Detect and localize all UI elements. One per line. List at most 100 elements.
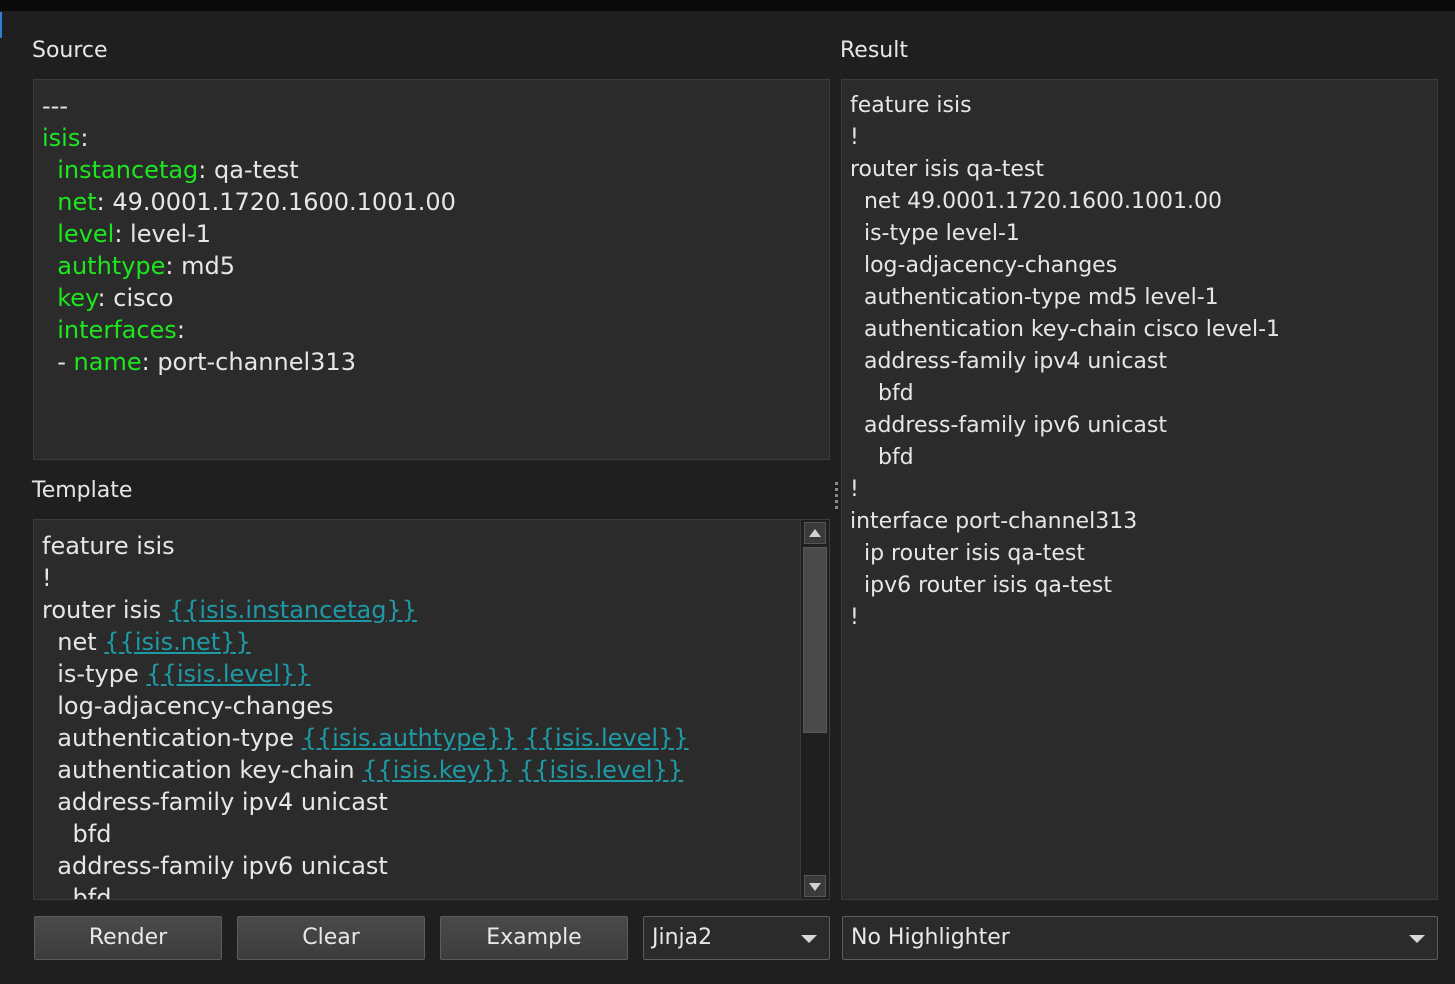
result-line: net 49.0001.1720.1600.1001.00 — [850, 189, 1222, 214]
source-line: instancetag: qa-test — [42, 154, 456, 186]
template-line: address-family ipv6 unicast — [42, 850, 689, 882]
result-line: feature isis — [850, 93, 972, 118]
triangle-up-icon — [809, 529, 821, 537]
render-button[interactable]: Render — [34, 916, 222, 960]
code-text: feature isis — [42, 532, 175, 560]
code-text: : — [176, 316, 185, 344]
result-line: log-adjacency-changes — [850, 253, 1118, 278]
template-line: feature isis — [42, 530, 689, 562]
yaml-key: name — [73, 348, 142, 376]
result-line: address-family ipv4 unicast — [850, 349, 1168, 374]
source-line: interfaces: — [42, 314, 456, 346]
result-line: address-family ipv6 unicast — [850, 413, 1168, 438]
result-label: Result — [840, 38, 908, 63]
code-text: bfd — [42, 820, 112, 848]
result-line: bfd — [850, 381, 914, 406]
source-line: key: cisco — [42, 282, 456, 314]
template-line: bfd — [42, 882, 689, 900]
result-line: ! — [850, 477, 859, 502]
code-text: bfd — [42, 884, 112, 900]
template-label: Template — [32, 478, 133, 503]
code-text: ! — [42, 564, 52, 592]
result-view[interactable]: feature isis! router isis qa-test net 49.… — [841, 79, 1438, 900]
code-text: log-adjacency-changes — [42, 692, 334, 720]
code-text: router isis — [42, 596, 169, 624]
result-line: ! — [850, 125, 859, 150]
clear-button[interactable]: Clear — [237, 916, 425, 960]
template-line: router isis {{isis.instancetag}} — [42, 594, 689, 626]
source-line: net: 49.0001.1720.1600.1001.00 — [42, 186, 456, 218]
template-line: is-type {{isis.level}} — [42, 658, 689, 690]
template-variable: {{isis.net}} — [104, 628, 251, 656]
template-variable: {{isis.authtype}} — [301, 724, 517, 752]
code-text: net — [42, 628, 105, 656]
result-line: is-type level-1 — [850, 221, 1020, 246]
template-line: bfd — [42, 818, 689, 850]
chevron-down-icon — [801, 935, 817, 943]
highlighter-value: No Highlighter — [851, 925, 1010, 950]
source-editor[interactable]: --- isis: instancetag: qa-test net: 49.00… — [33, 79, 830, 460]
template-line: address-family ipv4 unicast — [42, 786, 689, 818]
yaml-key: isis — [42, 124, 81, 152]
source-line: --- — [42, 90, 456, 122]
code-text: : cisco — [97, 284, 174, 312]
template-scrollbar[interactable] — [800, 520, 829, 899]
template-variable: {{isis.level}} — [146, 660, 311, 688]
template-variable: {{isis.level}} — [524, 724, 689, 752]
result-line: ! — [850, 605, 859, 630]
example-button[interactable]: Example — [440, 916, 628, 960]
source-line: isis: — [42, 122, 456, 154]
code-text: : level-1 — [114, 220, 212, 248]
code-text: --- — [42, 92, 68, 120]
template-line: authentication-type {{isis.authtype}} {{… — [42, 722, 689, 754]
source-line: authtype: md5 — [42, 250, 456, 282]
template-engine-value: Jinja2 — [652, 925, 713, 950]
code-text: address-family ipv6 unicast — [42, 852, 388, 880]
scrollbar-thumb[interactable] — [803, 547, 827, 733]
code-text: - — [42, 348, 74, 376]
template-editor[interactable]: feature isis! router isis {{isis.instance… — [33, 519, 830, 900]
scroll-up-button[interactable] — [804, 522, 826, 544]
source-line: level: level-1 — [42, 218, 456, 250]
code-text: address-family ipv4 unicast — [42, 788, 388, 816]
code-text: authentication key-chain — [42, 756, 363, 784]
template-line: ! — [42, 562, 689, 594]
yaml-key: net — [57, 188, 97, 216]
code-text: : 49.0001.1720.1600.1001.00 — [96, 188, 456, 216]
code-text: is-type — [42, 660, 147, 688]
code-text: authentication-type — [42, 724, 302, 752]
yaml-key: instancetag — [57, 156, 199, 184]
result-line: router isis qa-test — [850, 157, 1044, 182]
source-code: --- isis: instancetag: qa-test net: 49.00… — [42, 90, 456, 378]
template-engine-select[interactable]: Jinja2 — [643, 916, 830, 960]
window-top-bar — [0, 0, 1455, 11]
window-edge-accent — [0, 12, 8, 38]
code-text: : md5 — [165, 252, 236, 280]
template-line: log-adjacency-changes — [42, 690, 689, 722]
result-code: feature isis! router isis qa-test net 49.… — [850, 90, 1280, 634]
code-text: : qa-test — [198, 156, 299, 184]
yaml-key: interfaces — [57, 316, 177, 344]
scroll-down-button[interactable] — [804, 875, 826, 897]
source-label: Source — [32, 38, 108, 63]
template-line: net {{isis.net}} — [42, 626, 689, 658]
result-line: authentication-type md5 level-1 — [850, 285, 1219, 310]
template-code: feature isis! router isis {{isis.instance… — [42, 530, 689, 900]
chevron-down-icon — [1409, 935, 1425, 943]
pane-splitter-handle[interactable] — [834, 482, 839, 518]
template-variable: {{isis.level}} — [518, 756, 684, 784]
highlighter-select[interactable]: No Highlighter — [842, 916, 1438, 960]
code-text: : — [80, 124, 89, 152]
result-line: ipv6 router isis qa-test — [850, 573, 1113, 598]
template-variable: {{isis.instancetag}} — [168, 596, 417, 624]
template-variable: {{isis.key}} — [362, 756, 512, 784]
result-line: ip router isis qa-test — [850, 541, 1085, 566]
result-line: bfd — [850, 445, 914, 470]
